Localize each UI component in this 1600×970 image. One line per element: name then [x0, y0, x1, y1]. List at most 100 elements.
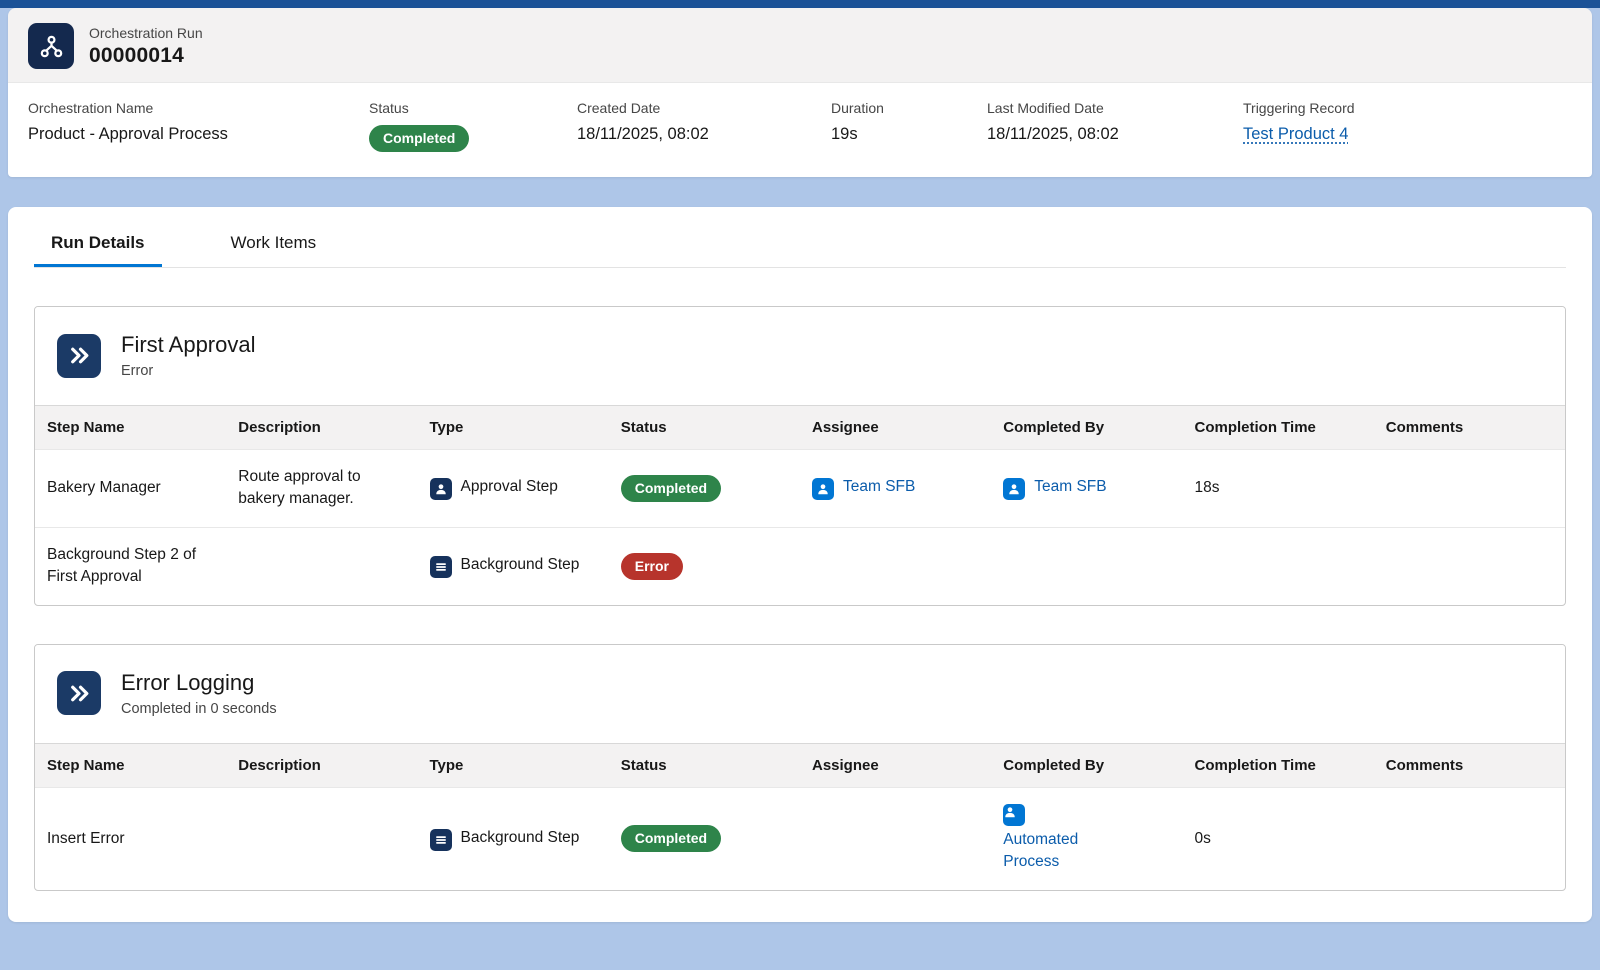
approval-step-icon — [430, 478, 452, 500]
type-cell: Background Step — [418, 787, 609, 889]
col-description: Description — [226, 743, 417, 787]
assignee-link[interactable]: Team SFB — [843, 478, 915, 495]
triggering-record-link[interactable]: Test Product 4 — [1243, 125, 1348, 143]
completed-by-link[interactable]: Automated Process — [1003, 829, 1103, 874]
comments-cell — [1374, 527, 1565, 604]
field-triggering-record: Triggering Record Test Product 4 — [1243, 100, 1572, 152]
status-badge: Completed — [621, 475, 721, 502]
page: Orchestration Run 00000014 Orchestration… — [0, 8, 1600, 922]
col-comments: Comments — [1374, 406, 1565, 450]
orchestration-run-icon — [28, 23, 74, 69]
assignee-cell — [800, 787, 991, 889]
table-header-row: Step Name Description Type Status Assign… — [35, 406, 1565, 450]
field-status: Status Completed — [369, 100, 577, 152]
completed-by-cell: Automated Process — [991, 787, 1182, 889]
stage-subtitle: Error — [121, 363, 256, 379]
field-label: Last Modified Date — [987, 100, 1227, 116]
field-label: Duration — [831, 100, 971, 116]
stage-chevrons-icon — [57, 671, 101, 715]
field-duration: Duration 19s — [831, 100, 987, 152]
stage-titles: First Approval Error — [121, 332, 256, 379]
status-cell: Completed — [609, 450, 800, 528]
col-completed-by: Completed By — [991, 743, 1182, 787]
field-value: 18/11/2025, 08:02 — [577, 125, 815, 144]
col-step-name: Step Name — [35, 406, 226, 450]
col-completed-by: Completed By — [991, 406, 1182, 450]
completed-by-link[interactable]: Team SFB — [1034, 478, 1106, 495]
col-step-name: Step Name — [35, 743, 226, 787]
tab-work-items[interactable]: Work Items — [214, 221, 334, 267]
field-orchestration-name: Orchestration Name Product - Approval Pr… — [28, 100, 369, 152]
entity-label: Orchestration Run — [89, 25, 203, 41]
col-comments: Comments — [1374, 743, 1565, 787]
completed-by-cell: Team SFB — [991, 450, 1182, 528]
type-cell: Approval Step — [418, 450, 609, 528]
tab-run-details[interactable]: Run Details — [34, 221, 162, 267]
field-label: Orchestration Name — [28, 100, 353, 116]
description-cell: Route approval to bakery manager. — [226, 450, 417, 528]
assignee-cell: Team SFB — [800, 450, 991, 528]
step-name-cell: Background Step 2 of First Approval — [35, 527, 226, 604]
field-label: Triggering Record — [1243, 100, 1556, 116]
user-avatar-icon[interactable] — [1003, 804, 1025, 826]
background-step-icon — [430, 829, 452, 851]
description-cell — [226, 787, 417, 889]
step-name-cell: Insert Error — [35, 787, 226, 889]
stage-subtitle: Completed in 0 seconds — [121, 701, 277, 717]
col-status: Status — [609, 406, 800, 450]
stage-header: First Approval Error — [35, 307, 1565, 405]
record-header-top: Orchestration Run 00000014 — [8, 8, 1592, 82]
field-last-modified-date: Last Modified Date 18/11/2025, 08:02 — [987, 100, 1243, 152]
steps-table: Step Name Description Type Status Assign… — [35, 743, 1565, 890]
stage-titles: Error Logging Completed in 0 seconds — [121, 670, 277, 717]
stage-section-first-approval: First Approval Error Step Name Descripti… — [34, 306, 1566, 606]
status-cell: Completed — [609, 787, 800, 889]
col-type: Type — [418, 406, 609, 450]
field-value: Product - Approval Process — [28, 125, 353, 144]
field-value: 18/11/2025, 08:02 — [987, 125, 1227, 144]
col-assignee: Assignee — [800, 406, 991, 450]
comments-cell — [1374, 450, 1565, 528]
table-row: Insert Error Background Step Completed — [35, 787, 1565, 889]
record-header: Orchestration Run 00000014 Orchestration… — [8, 8, 1592, 177]
status-cell: Error — [609, 527, 800, 604]
col-type: Type — [418, 743, 609, 787]
col-completion-time: Completion Time — [1183, 743, 1374, 787]
description-cell — [226, 527, 417, 604]
completed-by-cell — [991, 527, 1182, 604]
stage-title: First Approval — [121, 332, 256, 358]
field-created-date: Created Date 18/11/2025, 08:02 — [577, 100, 831, 152]
table-row: Bakery Manager Route approval to bakery … — [35, 450, 1565, 528]
window-top-border — [0, 0, 1600, 8]
steps-table: Step Name Description Type Status Assign… — [35, 405, 1565, 605]
stage-section-error-logging: Error Logging Completed in 0 seconds Ste… — [34, 644, 1566, 891]
table-row: Background Step 2 of First Approval Back… — [35, 527, 1565, 604]
tab-bar: Run Details Work Items — [34, 221, 1566, 268]
type-label: Background Step — [461, 829, 580, 846]
step-name-cell: Bakery Manager — [35, 450, 226, 528]
run-details-card: Run Details Work Items First Approval Er… — [8, 207, 1592, 922]
table-header-row: Step Name Description Type Status Assign… — [35, 743, 1565, 787]
record-detail-fields: Orchestration Name Product - Approval Pr… — [8, 82, 1592, 177]
col-status: Status — [609, 743, 800, 787]
user-avatar-icon[interactable] — [812, 478, 834, 500]
field-label: Status — [369, 100, 561, 116]
status-badge: Error — [621, 553, 683, 580]
stage-chevrons-icon — [57, 334, 101, 378]
status-badge: Completed — [621, 825, 721, 852]
col-assignee: Assignee — [800, 743, 991, 787]
field-value: 19s — [831, 125, 971, 144]
user-avatar-icon[interactable] — [1003, 478, 1025, 500]
field-label: Created Date — [577, 100, 815, 116]
stage-header: Error Logging Completed in 0 seconds — [35, 645, 1565, 743]
col-description: Description — [226, 406, 417, 450]
type-label: Background Step — [461, 556, 580, 573]
stage-title: Error Logging — [121, 670, 277, 696]
col-completion-time: Completion Time — [1183, 406, 1374, 450]
comments-cell — [1374, 787, 1565, 889]
type-cell: Background Step — [418, 527, 609, 604]
background-step-icon — [430, 556, 452, 578]
type-label: Approval Step — [461, 478, 558, 495]
completion-time-cell — [1183, 527, 1374, 604]
record-header-titles: Orchestration Run 00000014 — [89, 25, 203, 68]
